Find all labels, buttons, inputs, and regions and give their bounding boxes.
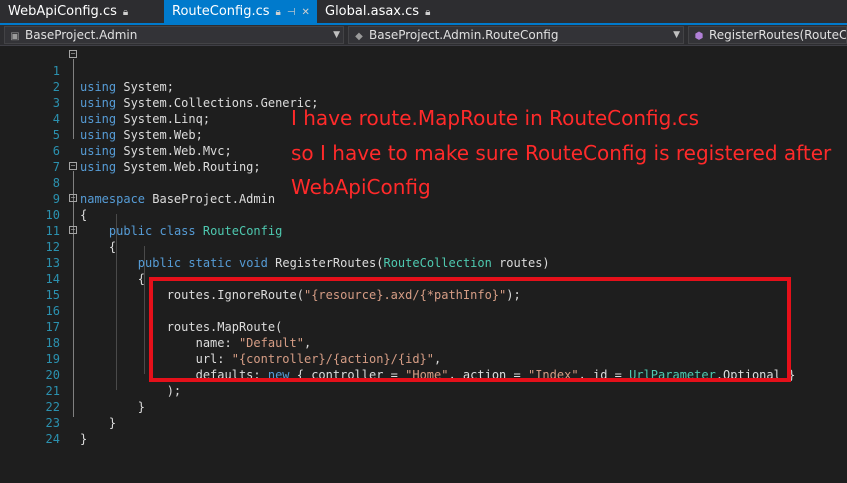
annotation-line-2: so I have to make sure RouteConfig is re… (291, 141, 832, 165)
member-dropdown[interactable]: ⬢ RegisterRoutes(RouteCollection routes) (688, 26, 847, 44)
code-line: 13 { (0, 239, 847, 286)
code-line: 22 } (0, 383, 847, 430)
code-line: 11 { (0, 207, 847, 254)
chevron-down-icon: ▼ (673, 30, 680, 40)
method-icon: ⬢ (694, 31, 704, 42)
tab-label: Global.asax.cs (325, 4, 420, 19)
code-text: } (80, 432, 88, 446)
collapse-icon[interactable]: − (69, 226, 77, 234)
csharp-project-icon: ▣ (10, 31, 20, 42)
member-dropdown-label: RegisterRoutes(RouteCollection routes) (709, 28, 847, 42)
collapse-icon[interactable]: − (69, 162, 77, 170)
code-line: 12− public static void RegisterRoutes(Ro… (0, 223, 847, 271)
project-dropdown[interactable]: ▣ BaseProject.Admin ▼ (4, 26, 344, 44)
class-dropdown-label: BaseProject.Admin.RouteConfig (369, 28, 559, 42)
tab-global-asax[interactable]: Global.asax.cs 🔒︎ (317, 0, 477, 23)
document-tab-bar: WebApiConfig.cs 🔒︎ RouteConfig.cs 🔒︎ ⊣ ✕ Glo… (0, 0, 847, 25)
class-icon: ◆ (355, 31, 363, 42)
lock-icon: 🔒︎ (275, 7, 281, 18)
code-line: 2 using System.Collections.Generic; (0, 63, 847, 110)
navigation-bar: ▣ BaseProject.Admin ▼ ◆ BaseProject.Admin.… (0, 25, 847, 46)
tab-routeconfig[interactable]: RouteConfig.cs 🔒︎ ⊣ ✕ (164, 0, 317, 23)
collapse-icon[interactable]: − (69, 50, 77, 58)
code-line: 14 routes.IgnoreRoute("{resource}.axd/{*… (0, 255, 847, 302)
tab-label: WebApiConfig.cs (8, 4, 117, 19)
code-line: 3 using System.Linq; (0, 79, 847, 126)
class-dropdown[interactable]: ◆ BaseProject.Admin.RouteConfig ▼ (348, 26, 684, 44)
annotation-line-1: I have route.MapRoute in RouteConfig.cs (291, 106, 700, 130)
pin-icon[interactable]: 🔒︎ (425, 7, 430, 18)
pin-icon[interactable]: 🔒︎ (123, 7, 128, 18)
code-line: 23 } (0, 399, 847, 446)
tab-webapiconfig[interactable]: WebApiConfig.cs 🔒︎ (0, 0, 164, 23)
highlight-box (149, 277, 791, 382)
close-icon[interactable]: ✕ (302, 7, 310, 18)
code-line: 24 (0, 415, 847, 446)
annotation-line-3: WebApiConfig (291, 175, 431, 199)
tab-label: RouteConfig.cs (172, 4, 270, 19)
project-dropdown-label: BaseProject.Admin (25, 28, 138, 42)
collapse-icon[interactable]: − (69, 194, 77, 202)
chevron-down-icon: ▼ (333, 30, 340, 40)
code-line: 1− using System; (0, 47, 847, 95)
pin-icon[interactable]: ⊣ (287, 7, 296, 18)
line-number: 24 (45, 432, 60, 446)
